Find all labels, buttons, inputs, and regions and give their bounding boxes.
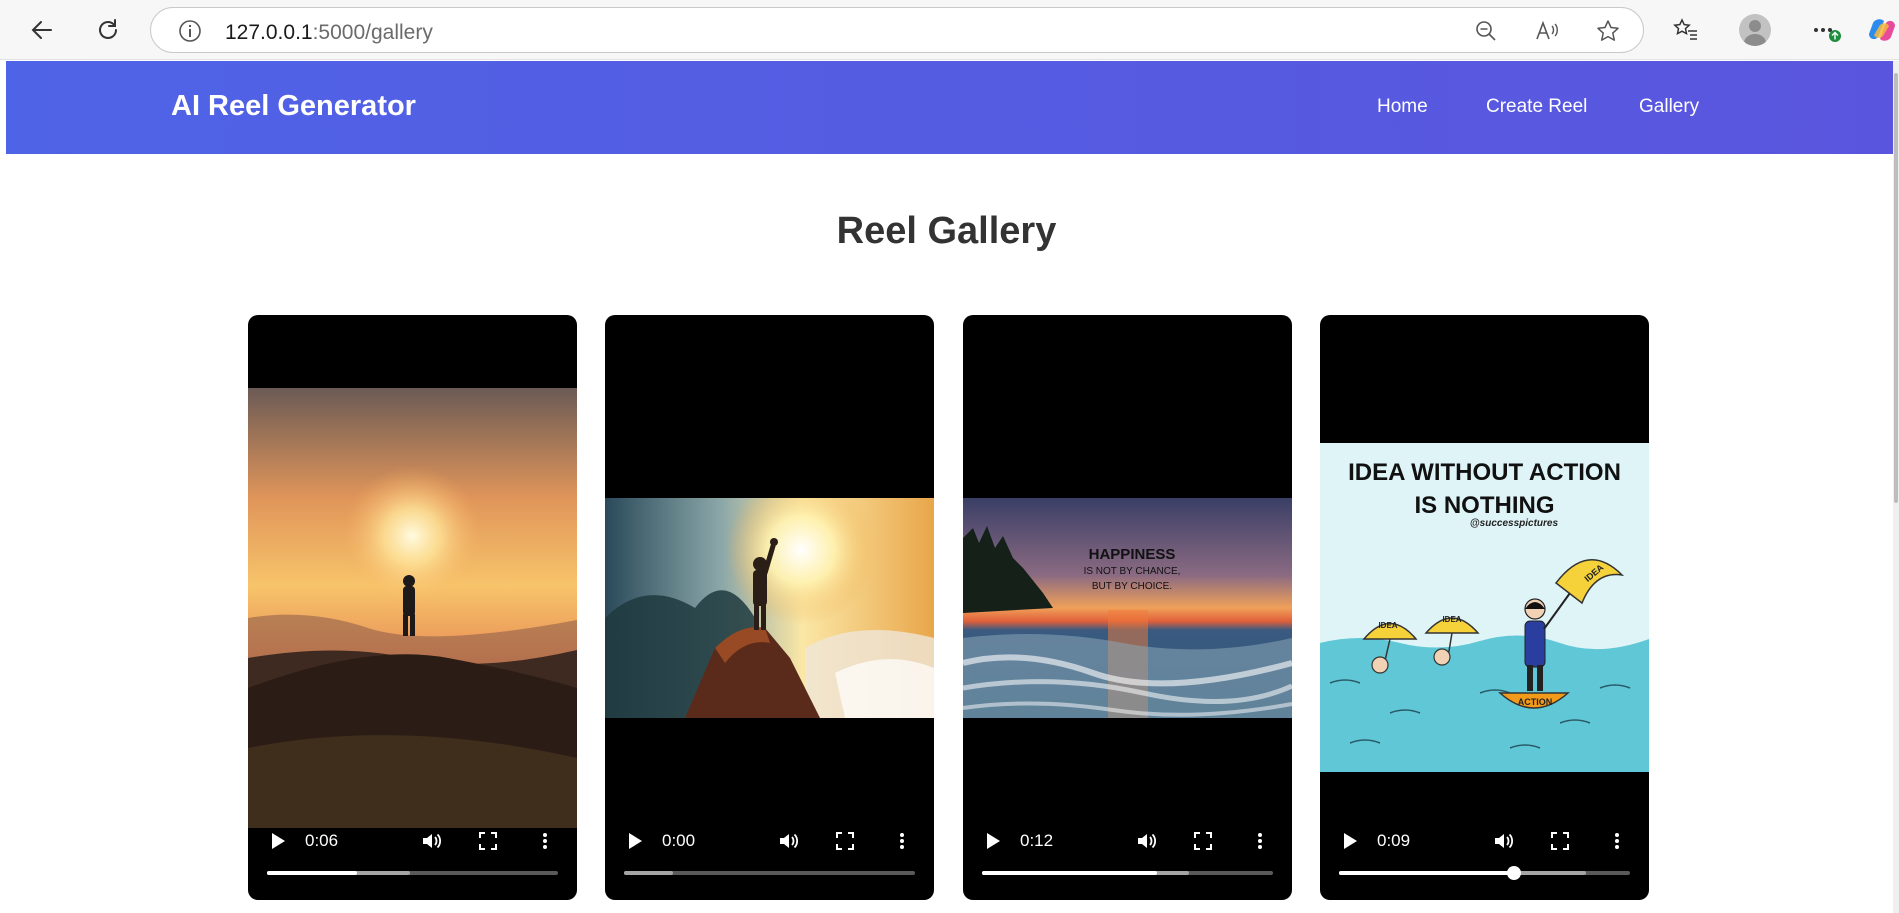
fullscreen-icon[interactable] [475, 828, 501, 854]
copilot-icon[interactable] [1862, 10, 1899, 50]
page-scrollbar[interactable] [1893, 61, 1899, 913]
seek-knob[interactable] [1506, 866, 1521, 880]
buffered-bar [624, 871, 674, 875]
fullscreen-icon[interactable] [1190, 828, 1216, 854]
played-bar [1339, 871, 1514, 875]
playback-time: 0:12 [1020, 831, 1054, 850]
playback-time: 0:06 [305, 831, 339, 850]
fullscreen-icon[interactable] [1547, 828, 1573, 854]
played-bar [267, 871, 358, 875]
read-aloud-icon[interactable] [1532, 16, 1562, 46]
reel-video-player-2[interactable]: 0:00 [605, 315, 934, 900]
more-options-icon[interactable] [889, 828, 915, 854]
back-icon[interactable] [22, 10, 62, 50]
played-bar [982, 871, 1157, 875]
refresh-icon[interactable] [88, 10, 128, 50]
more-options-icon[interactable] [1806, 10, 1846, 50]
video-controls: 0:06 [248, 315, 577, 900]
reel-video-player-3[interactable]: HAPPINESS IS NOT BY CHANCE, BUT BY CHOIC… [963, 315, 1292, 900]
browser-toolbar: 127.0.0.1:5000/gallery [0, 0, 1899, 60]
zoom-out-icon[interactable] [1471, 16, 1501, 46]
reel-video-player-4[interactable]: IDEA WITHOUT ACTION IS NOTHING @successp… [1320, 315, 1649, 900]
favorite-star-icon[interactable] [1593, 16, 1623, 46]
volume-icon[interactable] [1491, 828, 1517, 854]
video-progress-bar[interactable] [982, 871, 1273, 875]
video-progress-bar[interactable] [1339, 866, 1630, 880]
nav-create-reel-link[interactable]: Create Reel [1486, 96, 1587, 118]
nav-gallery-link[interactable]: Gallery [1639, 96, 1699, 118]
reel-video-player-1[interactable]: 0:06 [248, 315, 577, 900]
video-progress-bar[interactable] [267, 871, 558, 875]
more-options-icon[interactable] [1247, 828, 1273, 854]
site-info-icon[interactable] [175, 16, 205, 46]
video-controls: 0:00 [605, 315, 934, 900]
app-navbar: AI Reel Generator Home Create Reel Galle… [6, 61, 1893, 154]
play-icon[interactable] [980, 828, 1006, 854]
more-options-icon[interactable] [1604, 828, 1630, 854]
address-bar[interactable]: 127.0.0.1:5000/gallery [150, 7, 1644, 53]
play-icon[interactable] [622, 828, 648, 854]
video-progress-bar[interactable] [624, 871, 915, 875]
favorites-list-icon[interactable] [1666, 10, 1706, 50]
video-controls: 0:12 [963, 315, 1292, 900]
nav-home-link[interactable]: Home [1377, 96, 1428, 118]
volume-icon[interactable] [419, 828, 445, 854]
brand-logo-text[interactable]: AI Reel Generator [171, 90, 416, 123]
play-icon[interactable] [265, 828, 291, 854]
page-title: Reel Gallery [836, 210, 1057, 252]
fullscreen-icon[interactable] [832, 828, 858, 854]
more-options-icon[interactable] [532, 828, 558, 854]
url-text[interactable]: 127.0.0.1:5000/gallery [225, 21, 433, 45]
scrollbar-thumb[interactable] [1894, 73, 1898, 503]
volume-icon[interactable] [1134, 828, 1160, 854]
playback-time: 0:00 [662, 831, 696, 850]
volume-icon[interactable] [776, 828, 802, 854]
playback-time: 0:09 [1377, 831, 1411, 850]
profile-avatar[interactable] [1739, 14, 1771, 46]
video-controls: 0:09 [1320, 315, 1649, 900]
play-icon[interactable] [1337, 828, 1363, 854]
